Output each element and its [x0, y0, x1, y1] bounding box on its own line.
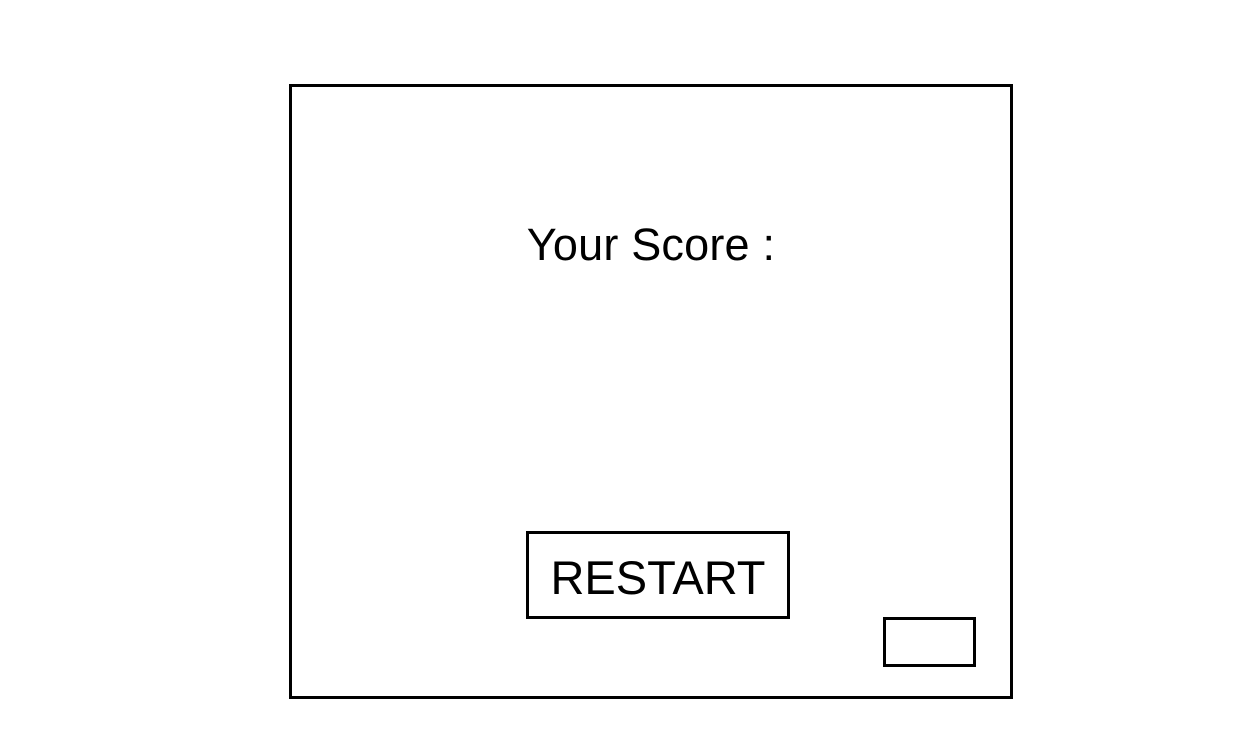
- game-over-panel: Your Score : RESTART: [289, 84, 1013, 699]
- corner-button[interactable]: [883, 617, 976, 667]
- score-label: Your Score :: [526, 219, 776, 270]
- page: Your Score : RESTART: [0, 0, 1241, 744]
- restart-button[interactable]: RESTART: [526, 531, 790, 619]
